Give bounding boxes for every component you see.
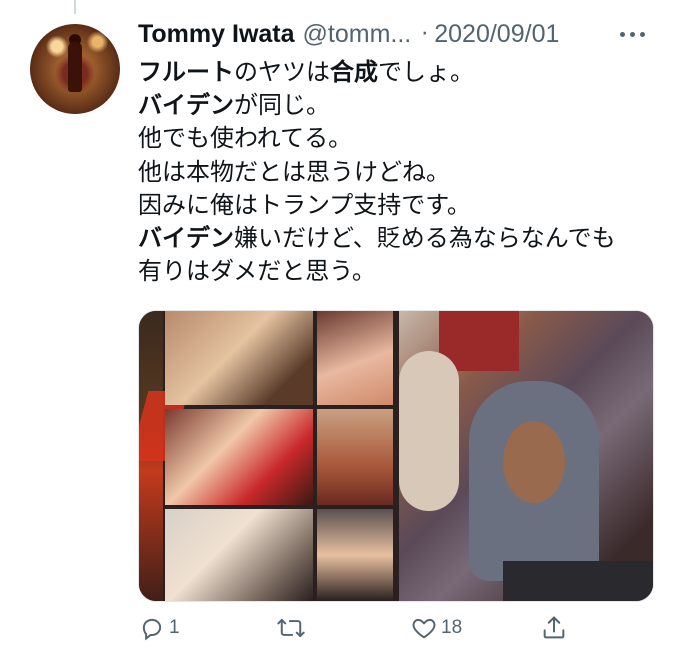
tweet-text-segment: 他でも使われてる。: [138, 124, 353, 153]
media-photo-detail: [503, 561, 653, 601]
avatar[interactable]: [30, 24, 120, 114]
like-count: 18: [441, 617, 463, 638]
tweet-media[interactable]: [138, 310, 654, 602]
share-button[interactable]: [540, 610, 568, 646]
tweet-text-segment: が同じ。: [234, 91, 330, 120]
tweet-text-bold: バイデン: [138, 91, 234, 120]
tweet-text-line: フルートのヤツは合成でしょ。: [138, 56, 658, 89]
media-photo: [165, 311, 313, 405]
media-photo-large: [399, 311, 653, 601]
reply-button[interactable]: 1: [138, 610, 180, 646]
tweet-actions: 1 18: [138, 610, 578, 646]
thread-connector: [74, 0, 76, 14]
media-photo: [165, 509, 313, 601]
reply-icon: [138, 614, 166, 642]
media-photo: [317, 409, 393, 505]
tweet-text-bold: フルート: [138, 58, 234, 86]
tweet-text-segment: 他は本物だとは思うけどね。: [138, 157, 450, 186]
like-button[interactable]: 18: [410, 610, 462, 646]
media-photo: [317, 311, 393, 405]
tweet-text-segment: のヤツは: [234, 58, 330, 86]
tweet-text-line: 因みに俺はトランプ支持です。: [138, 189, 658, 222]
tweet-header: Tommy Iwata @tomm... · 2020/09/01: [138, 18, 658, 50]
tweet-text-segment: でしょ。: [378, 58, 474, 86]
more-dot: [620, 32, 625, 37]
tweet-text-bold: バイデン: [138, 223, 234, 252]
tweet-text-line: 他は本物だとは思うけどね。: [138, 156, 658, 189]
tweet-text-segment: 有りはダメだと思う。: [138, 257, 376, 286]
tweet-text-bold: 合成: [330, 58, 378, 86]
tweet-text-line: バイデンが同じ。: [138, 89, 658, 122]
media-photo-detail: [399, 351, 459, 511]
media-photo: [165, 409, 313, 505]
more-dot: [630, 32, 635, 37]
tweet-date[interactable]: 2020/09/01: [434, 20, 559, 49]
retweet-icon: [276, 614, 306, 642]
more-dot: [640, 32, 645, 37]
tweet-text: フルートのヤツは合成でしょ。 バイデンが同じ。 他でも使われてる。 他は本物だとは思う…: [138, 56, 658, 288]
author-handle[interactable]: @tomm...: [303, 20, 412, 49]
media-photo-detail: [503, 421, 565, 503]
media-photo: [317, 509, 393, 601]
reply-count: 1: [169, 617, 180, 638]
tweet-text-segment: 嫌いだけど、貶める為ならなんでも: [234, 223, 616, 252]
more-icon[interactable]: [620, 32, 645, 37]
share-icon: [540, 614, 568, 642]
tweet-text-segment: 因みに俺はトランプ支持です。: [138, 190, 471, 219]
author-name[interactable]: Tommy Iwata: [138, 20, 295, 49]
tweet-text-line: バイデン嫌いだけど、貶める為ならなんでも: [138, 222, 658, 255]
heart-icon: [410, 614, 438, 642]
tweet-text-line: 有りはダメだと思う。: [138, 255, 658, 288]
avatar-figure-body: [68, 42, 82, 92]
header-separator: ·: [421, 21, 429, 47]
tweet-text-line: 他でも使われてる。: [138, 122, 658, 155]
retweet-button[interactable]: [276, 610, 309, 646]
